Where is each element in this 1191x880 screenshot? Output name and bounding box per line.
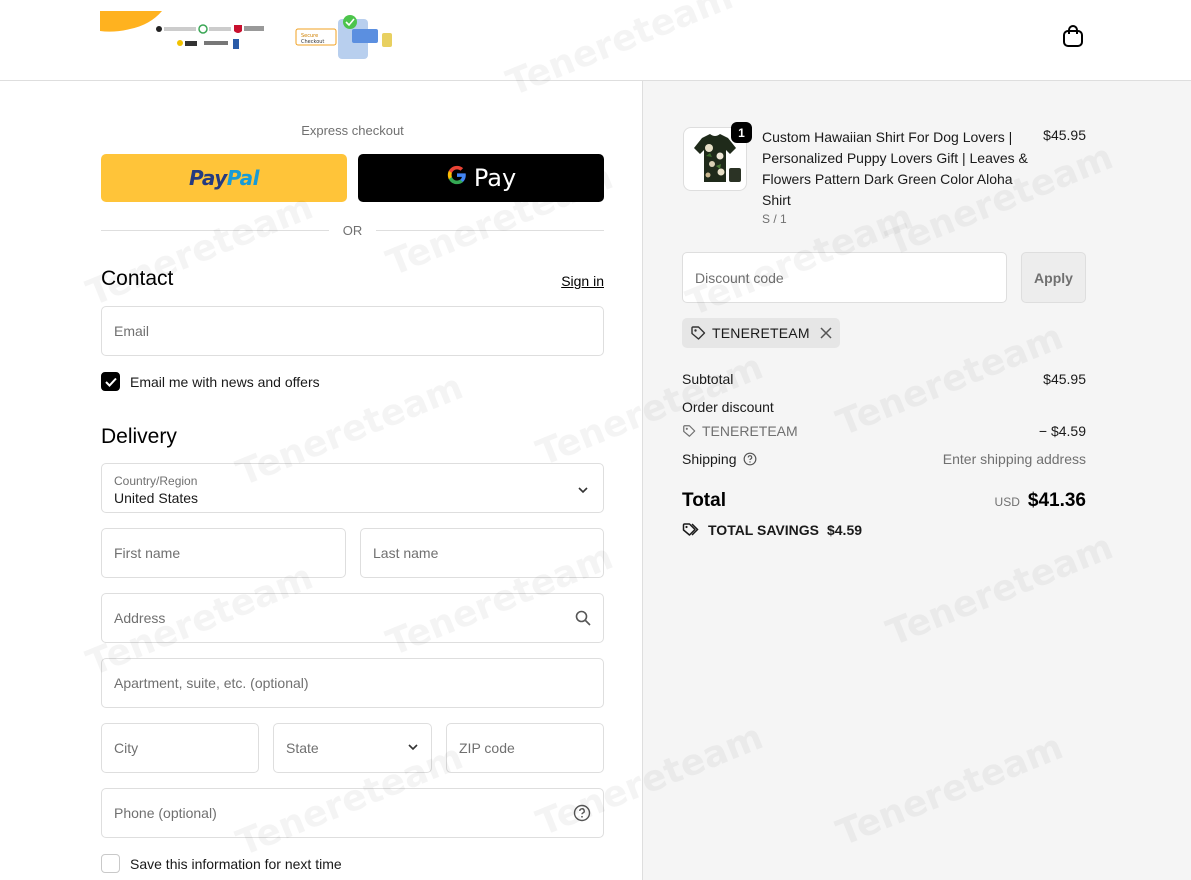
order-summary: 1 Custom Hawaiian Shirt For Dog Lovers |… [642, 81, 1191, 880]
save-info-checkbox-row[interactable]: Save this information for next time [101, 854, 342, 873]
product-variant: S / 1 [762, 212, 787, 226]
discount-value: − $4.59 [1038, 423, 1086, 439]
help-circle-icon[interactable] [743, 452, 757, 466]
phone-field[interactable] [101, 788, 604, 838]
close-icon [820, 327, 832, 339]
subtotal-value: $45.95 [1043, 371, 1086, 387]
chevron-down-icon [577, 483, 589, 499]
apply-discount-button[interactable]: Apply [1021, 252, 1086, 303]
save-info-checkbox[interactable] [101, 854, 120, 873]
chevron-down-icon [407, 740, 419, 756]
tag-icon [691, 326, 706, 340]
shopping-bag-icon [1063, 25, 1083, 47]
tags-icon [682, 523, 699, 536]
state-select[interactable]: State [273, 723, 432, 773]
paypal-logo: PayPal [188, 166, 260, 190]
country-value: United States [114, 490, 199, 506]
savings-value: $4.59 [826, 522, 863, 538]
quantity-badge: 1 [731, 122, 752, 143]
last-name-input[interactable] [373, 545, 591, 561]
product-thumbnail: 1 [683, 122, 752, 191]
tag-icon [683, 425, 696, 437]
first-name-field[interactable] [101, 528, 346, 578]
shipping-row: Shipping Enter shipping address [682, 451, 1086, 467]
first-name-input[interactable] [114, 545, 333, 561]
search-icon[interactable] [575, 610, 591, 626]
trust-badges-logo: Secure Checkout [100, 11, 392, 59]
store-logo[interactable]: Secure Checkout [100, 11, 400, 61]
shipping-value: Enter shipping address [942, 451, 1086, 467]
total-value: $41.36 [1027, 490, 1086, 511]
delivery-title: Delivery [101, 425, 177, 448]
address-field[interactable] [101, 593, 604, 643]
save-info-label: Save this information for next time [130, 855, 342, 872]
checkout-form: Express checkout PayPal Pay OR Contact S… [0, 81, 642, 880]
express-checkout-label: Express checkout [301, 123, 404, 138]
svg-text:Checkout: Checkout [301, 39, 324, 45]
product-name: Custom Hawaiian Shirt For Dog Lovers | P… [762, 129, 1028, 208]
last-name-field[interactable] [360, 528, 604, 578]
shipping-label: Shipping [682, 451, 737, 467]
email-input[interactable] [114, 323, 591, 339]
help-circle-icon[interactable] [573, 804, 591, 822]
applied-discount-chip: TENERETEAM [682, 318, 840, 348]
google-pay-label: Pay [473, 164, 517, 192]
news-offers-checkbox[interactable] [101, 372, 120, 391]
discount-code-field[interactable] [682, 252, 1007, 303]
savings-label: TOTAL SAVINGS [708, 522, 819, 538]
apartment-field[interactable] [101, 658, 604, 708]
discount-code-input[interactable] [695, 269, 994, 286]
checkmark-icon [104, 377, 117, 387]
subtotal-label: Subtotal [682, 371, 734, 387]
currency-label: USD [994, 495, 1020, 509]
state-label: State [286, 740, 319, 756]
paypal-button[interactable]: PayPal [101, 154, 347, 202]
address-input[interactable] [114, 610, 567, 626]
discount-code-row: TENERETEAM − $4.59 [682, 423, 1086, 439]
order-discount-row: Order discount [682, 399, 1086, 415]
google-g-icon [446, 164, 468, 192]
shipping-label-group: Shipping [682, 451, 757, 467]
city-field[interactable] [101, 723, 259, 773]
remove-discount-button[interactable] [820, 327, 832, 339]
cart-button[interactable] [1060, 23, 1086, 49]
total-label: Total [682, 490, 726, 511]
order-discount-label: Order discount [682, 399, 774, 415]
applied-code-text: TENERETEAM [712, 325, 810, 341]
total-savings: TOTAL SAVINGS $4.59 [682, 522, 862, 538]
zip-field[interactable] [446, 723, 604, 773]
sign-in-link[interactable]: Sign in [540, 273, 604, 289]
product-price: $45.95 [1043, 127, 1086, 143]
total-savings-row: TOTAL SAVINGS $4.59 [682, 522, 1086, 538]
apartment-input[interactable] [114, 675, 591, 691]
news-offers-label: Email me with news and offers [130, 373, 320, 390]
country-label: Country/Region [114, 474, 198, 488]
news-offers-checkbox-row[interactable]: Email me with news and offers [101, 372, 320, 391]
country-select[interactable]: Country/Region United States [101, 463, 604, 513]
discount-code-name: TENERETEAM [702, 423, 798, 439]
total-value-group: USD $41.36 [995, 490, 1086, 512]
city-input[interactable] [114, 740, 246, 756]
phone-input[interactable] [114, 805, 565, 821]
header: Secure Checkout [0, 0, 1191, 81]
zip-input[interactable] [459, 740, 591, 756]
contact-title: Contact [101, 267, 174, 290]
total-row: Total USD $41.36 [682, 490, 1086, 512]
or-divider: OR [101, 221, 604, 239]
google-pay-button[interactable]: Pay [358, 154, 604, 202]
discount-code-info: TENERETEAM [682, 423, 798, 439]
subtotal-row: Subtotal $45.95 [682, 371, 1086, 387]
email-field[interactable] [101, 306, 604, 356]
